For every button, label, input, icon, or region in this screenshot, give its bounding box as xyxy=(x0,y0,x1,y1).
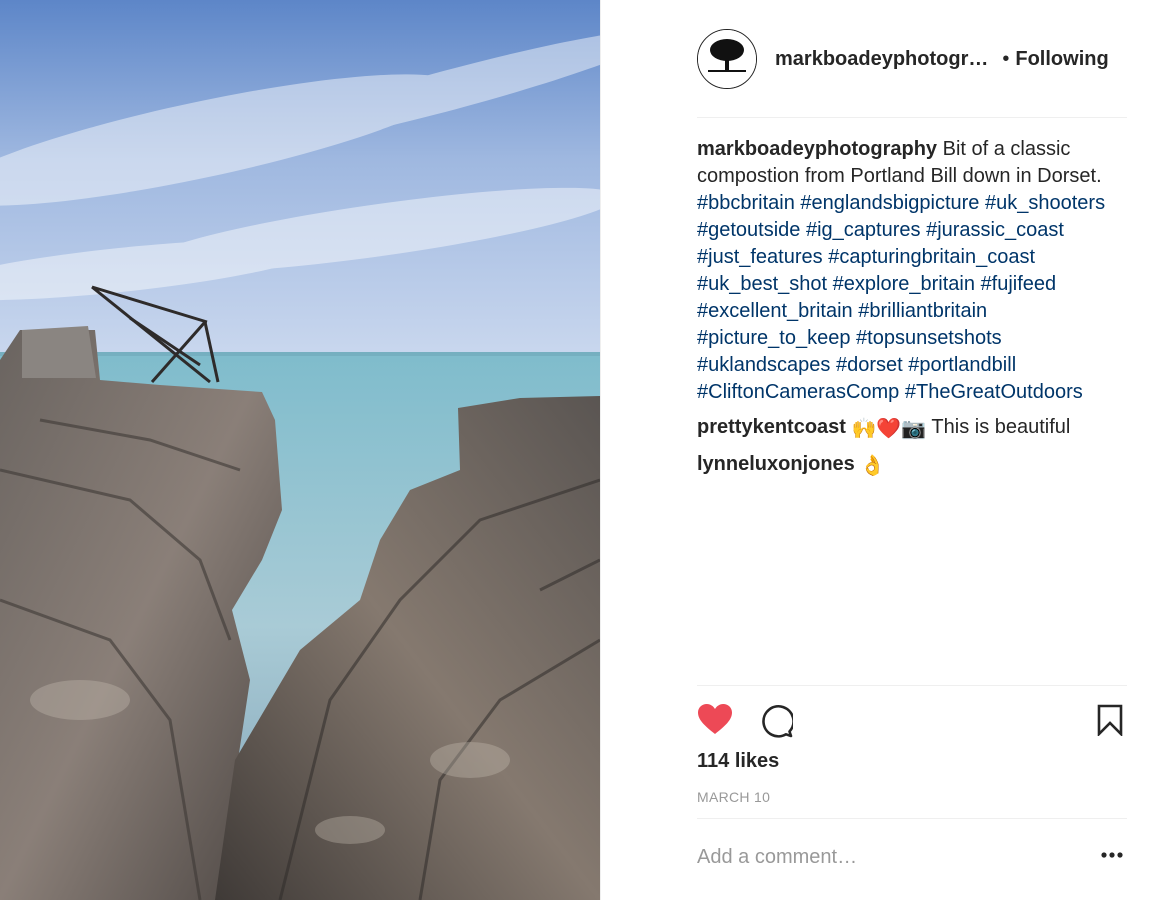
instagram-post: markboadeyphotogr… • Following markboade… xyxy=(0,0,1163,900)
hashtag-link[interactable]: #englandsbigpicture xyxy=(800,192,979,214)
author-username-link[interactable]: markboadeyphotogr… xyxy=(775,48,988,71)
hashtag-link[interactable]: #bbcbritain xyxy=(697,192,795,214)
hashtag-link[interactable]: #CliftonCamerasComp xyxy=(697,381,899,403)
hashtag-link[interactable]: #uk_best_shot xyxy=(697,273,827,295)
following-button[interactable]: Following xyxy=(1015,48,1108,71)
comment-icon[interactable] xyxy=(759,704,793,738)
hashtag-link[interactable]: #uklandscapes xyxy=(697,354,830,376)
hashtag-link[interactable]: #just_features xyxy=(697,246,823,268)
add-comment-input[interactable] xyxy=(697,846,1077,869)
comment-item: lynneluxonjones 👌 xyxy=(697,451,1127,480)
hashtag-link[interactable]: #portlandbill xyxy=(908,354,1016,376)
more-options-icon[interactable] xyxy=(1101,852,1123,858)
caption: markboadeyphotography Bit of a classic c… xyxy=(697,136,1127,406)
comment-item: prettykentcoast 🙌❤️📷 This is beautiful xyxy=(697,414,1127,443)
hashtag-link[interactable]: #explore_britain xyxy=(833,273,975,295)
comment-box-divider xyxy=(697,818,1127,819)
hashtag-link[interactable]: #picture_to_keep xyxy=(697,327,850,349)
separator-dot: • xyxy=(1002,47,1010,70)
hashtag-link[interactable]: #fujifeed xyxy=(981,273,1057,295)
avatar[interactable] xyxy=(697,29,757,89)
header-divider xyxy=(697,117,1127,118)
comment-emoji: 👌 xyxy=(860,455,886,477)
hashtag-link[interactable]: #excellent_britain xyxy=(697,300,853,322)
like-count[interactable]: 114 likes xyxy=(697,750,779,773)
comment-emoji: 🙌❤️📷 xyxy=(851,418,927,440)
post-photo[interactable] xyxy=(0,0,600,900)
hashtag-list: #bbcbritain #englandsbigpicture #uk_shoo… xyxy=(697,192,1105,403)
hashtag-link[interactable]: #topsunsetshots xyxy=(856,327,1002,349)
hashtag-link[interactable]: #brilliantbritain xyxy=(858,300,987,322)
bookmark-icon[interactable] xyxy=(1097,704,1123,736)
hashtag-link[interactable]: #TheGreatOutdoors xyxy=(905,381,1083,403)
actions-divider xyxy=(697,685,1127,686)
comment-text: This is beautiful xyxy=(931,416,1071,438)
comment-username-link[interactable]: prettykentcoast xyxy=(697,416,846,438)
post-date[interactable]: MARCH 10 xyxy=(697,789,770,805)
caption-username-link[interactable]: markboadeyphotography xyxy=(697,138,937,160)
post-details-panel: markboadeyphotogr… • Following markboade… xyxy=(600,0,1163,900)
hashtag-link[interactable]: #getoutside xyxy=(697,219,800,241)
post-header: markboadeyphotogr… • Following xyxy=(697,28,1127,90)
action-bar xyxy=(697,700,1127,738)
comments-section: markboadeyphotography Bit of a classic c… xyxy=(697,136,1127,480)
comment-username-link[interactable]: lynneluxonjones xyxy=(697,453,855,475)
hashtag-link[interactable]: #ig_captures xyxy=(806,219,921,241)
hashtag-link[interactable]: #dorset xyxy=(836,354,903,376)
hashtag-link[interactable]: #uk_shooters xyxy=(985,192,1105,214)
tree-logo-icon xyxy=(698,30,756,88)
hashtag-link[interactable]: #capturingbritain_coast xyxy=(828,246,1035,268)
hashtag-link[interactable]: #jurassic_coast xyxy=(926,219,1064,241)
heart-icon[interactable] xyxy=(697,703,733,735)
coastal-cliff-photo xyxy=(0,0,600,900)
